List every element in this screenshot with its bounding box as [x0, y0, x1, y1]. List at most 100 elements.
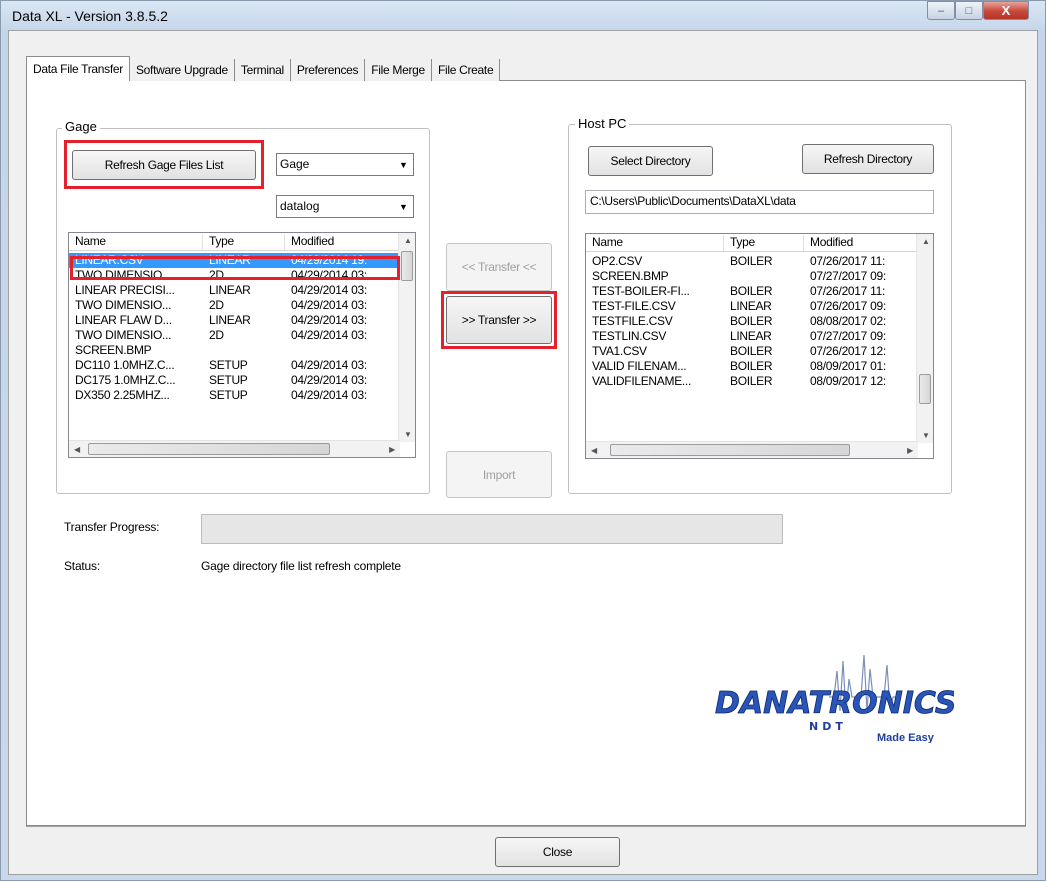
file-row[interactable]: LINEAR PRECISI... LINEAR 04/29/2014 03: [69, 283, 398, 298]
file-row[interactable]: SCREEN.BMP [69, 343, 398, 358]
host-horizontal-scrollbar[interactable]: ◀ ▶ [586, 441, 918, 458]
directory-path-field[interactable]: C:\Users\Public\Documents\DataXL\data [585, 190, 934, 214]
file-row[interactable]: TWO DIMENSIO... 2D 04/29/2014 03: [69, 298, 398, 313]
import-button[interactable]: Import [446, 451, 552, 498]
cell-type: LINEAR [730, 299, 772, 313]
file-row[interactable]: LINEAR FLAW D... LINEAR 04/29/2014 03: [69, 313, 398, 328]
column-header-type[interactable]: Type [724, 235, 804, 251]
file-row[interactable]: VALID FILENAM... BOILER 08/09/2017 01: [586, 359, 916, 374]
close-button[interactable]: Close [495, 837, 620, 867]
cell-type: 2D [209, 328, 224, 342]
maximize-button[interactable]: □ [955, 1, 983, 20]
scroll-thumb[interactable] [610, 444, 850, 456]
logo-tagline: Made Easy [877, 732, 935, 743]
column-header-name[interactable]: Name [69, 234, 203, 250]
gage-folder-select[interactable]: datalog ▼ [276, 195, 414, 218]
column-header-modified[interactable]: Modified [804, 235, 918, 251]
cell-name: DX350 2.25MHZ... [75, 388, 170, 402]
column-header-name[interactable]: Name [586, 235, 724, 251]
cell-name: VALIDFILENAME... [592, 374, 692, 388]
scroll-right-icon[interactable]: ▶ [389, 445, 395, 454]
cell-type: LINEAR [209, 283, 251, 297]
file-row[interactable]: DX350 2.25MHZ... SETUP 04/29/2014 03: [69, 388, 398, 403]
cell-modified: 07/27/2017 09: [810, 329, 886, 343]
scroll-left-icon[interactable]: ◀ [591, 446, 597, 455]
file-row[interactable]: TWO DIMENSIO... 2D 04/29/2014 03: [69, 328, 398, 343]
refresh-directory-button[interactable]: Refresh Directory [802, 144, 934, 174]
cell-modified: 07/27/2017 09: [810, 269, 886, 283]
scroll-right-icon[interactable]: ▶ [907, 446, 913, 455]
cell-type: LINEAR [730, 329, 772, 343]
logo-graphic: DANATRONICS NDT Made Easy [715, 654, 957, 744]
tab-terminal[interactable]: Terminal [234, 59, 291, 81]
cell-name: SCREEN.BMP [75, 343, 152, 357]
cell-name: TESTFILE.CSV [592, 314, 673, 328]
cell-type: SETUP [209, 388, 248, 402]
minimize-button[interactable]: – [927, 1, 955, 20]
host-list-header: Name Type Modified [586, 234, 918, 252]
cell-name: TVA1.CSV [592, 344, 647, 358]
tab-file-merge[interactable]: File Merge [365, 59, 432, 81]
cell-name: TESTLIN.CSV [592, 329, 667, 343]
cell-type: BOILER [730, 344, 773, 358]
gage-vertical-scrollbar[interactable]: ▲ ▼ [398, 233, 415, 442]
refresh-gage-files-button[interactable]: Refresh Gage Files List [72, 150, 256, 180]
cell-name: OP2.CSV [592, 254, 642, 268]
file-row[interactable]: TEST-BOILER-FI... BOILER 07/26/2017 11: [586, 284, 916, 299]
transfer-to-gage-button[interactable]: << Transfer << [446, 243, 552, 291]
danatronics-logo: DANATRONICS NDT Made Easy [679, 651, 957, 744]
logo-brand: DANATRONICS [715, 686, 954, 721]
select-directory-button[interactable]: Select Directory [588, 146, 713, 176]
column-header-type[interactable]: Type [203, 234, 285, 250]
close-window-button[interactable]: X [983, 1, 1029, 20]
scroll-down-icon[interactable]: ▼ [922, 431, 930, 440]
transfer-progress-label: Transfer Progress: [64, 520, 160, 534]
scroll-thumb[interactable] [919, 374, 931, 404]
file-row[interactable]: TESTLIN.CSV LINEAR 07/27/2017 09: [586, 329, 916, 344]
gage-device-value: Gage [280, 157, 310, 171]
chevron-down-icon[interactable]: ▼ [395, 197, 412, 216]
scroll-left-icon[interactable]: ◀ [74, 445, 80, 454]
gage-group-label: Gage [62, 119, 100, 134]
file-row[interactable]: VALIDFILENAME... BOILER 08/09/2017 12: [586, 374, 916, 389]
chevron-down-icon[interactable]: ▼ [395, 155, 412, 174]
host-pc-group-label: Host PC [575, 116, 630, 131]
scroll-down-icon[interactable]: ▼ [404, 430, 412, 439]
file-row[interactable]: TEST-FILE.CSV LINEAR 07/26/2017 09: [586, 299, 916, 314]
cell-modified: 04/29/2014 03: [291, 373, 367, 387]
cell-type: LINEAR [209, 313, 251, 327]
host-vertical-scrollbar[interactable]: ▲ ▼ [916, 234, 933, 443]
tab-preferences[interactable]: Preferences [290, 59, 366, 81]
cell-type: BOILER [730, 254, 773, 268]
transfer-to-host-button[interactable]: >> Transfer >> [446, 296, 552, 344]
cell-name: TWO DIMENSIO... [75, 298, 172, 312]
cell-type: SETUP [209, 358, 248, 372]
scroll-up-icon[interactable]: ▲ [404, 236, 412, 245]
cell-name: DC175 1.0MHZ.C... [75, 373, 176, 387]
file-row[interactable]: TVA1.CSV BOILER 07/26/2017 12: [586, 344, 916, 359]
scroll-thumb[interactable] [401, 251, 413, 281]
gage-horizontal-scrollbar[interactable]: ◀ ▶ [69, 440, 400, 457]
cell-modified: 04/29/2014 03: [291, 283, 367, 297]
gage-device-select[interactable]: Gage ▼ [276, 153, 414, 176]
file-row[interactable]: SCREEN.BMP 07/27/2017 09: [586, 269, 916, 284]
cell-modified: 04/29/2014 03: [291, 328, 367, 342]
file-row[interactable]: DC110 1.0MHZ.C... SETUP 04/29/2014 03: [69, 358, 398, 373]
column-header-modified[interactable]: Modified [285, 234, 400, 250]
file-row[interactable]: TESTFILE.CSV BOILER 08/08/2017 02: [586, 314, 916, 329]
cell-name: TWO DIMENSIO... [75, 328, 172, 342]
host-file-list[interactable]: Name Type Modified OP2.CSV BOILER 07/26/20… [585, 233, 934, 459]
tab-software-upgrade[interactable]: Software Upgrade [129, 59, 235, 81]
highlight-selected-row [70, 256, 400, 280]
cell-modified: 08/08/2017 02: [810, 314, 886, 328]
cell-modified: 08/09/2017 12: [810, 374, 886, 388]
scroll-thumb[interactable] [88, 443, 330, 455]
file-row[interactable]: OP2.CSV BOILER 07/26/2017 11: [586, 254, 916, 269]
footer-divider [26, 826, 1026, 827]
file-row[interactable]: DC175 1.0MHZ.C... SETUP 04/29/2014 03: [69, 373, 398, 388]
tab-strip: Data File Transfer Software Upgrade Term… [26, 56, 501, 81]
scroll-up-icon[interactable]: ▲ [922, 237, 930, 246]
tab-data-file-transfer[interactable]: Data File Transfer [26, 56, 130, 81]
tab-file-create[interactable]: File Create [431, 59, 501, 81]
cell-modified: 07/26/2017 12: [810, 344, 886, 358]
